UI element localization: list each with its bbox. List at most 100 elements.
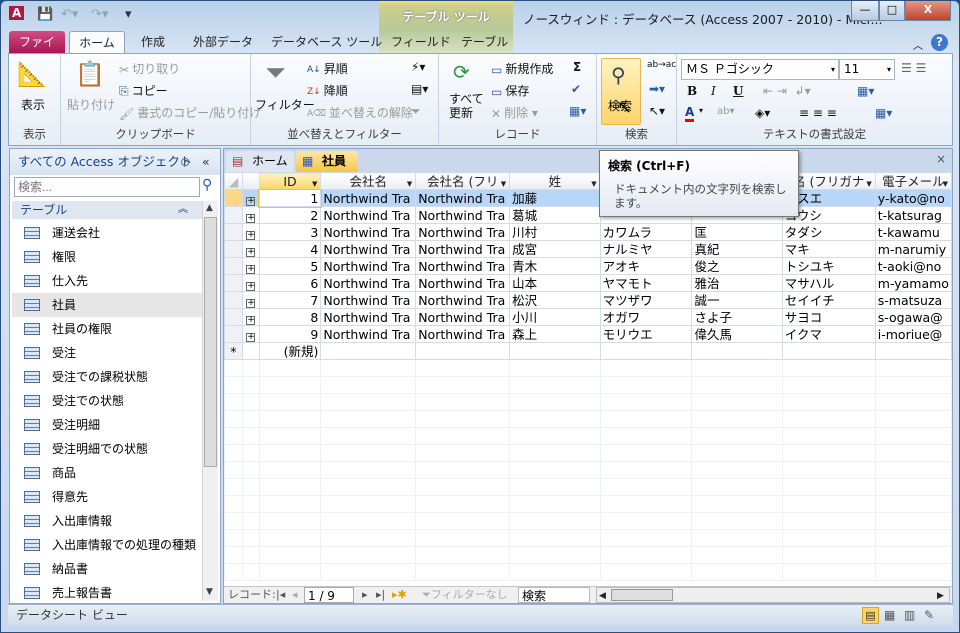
horizontal-scroll-thumb[interactable] (611, 589, 673, 601)
filter-button[interactable]: フィルター (255, 96, 315, 113)
nav-item[interactable]: 得意先 (12, 485, 202, 509)
expand-plus-icon[interactable]: + (246, 196, 256, 206)
nav-item[interactable]: 権限 (12, 245, 202, 269)
expand-cell[interactable]: + (241, 206, 260, 224)
row-selector[interactable] (224, 189, 243, 207)
table-cell[interactable]: 川村 (509, 223, 601, 241)
expand-plus-icon[interactable]: + (246, 281, 256, 291)
table-cell[interactable]: Northwind Tra (320, 223, 417, 241)
tab-create[interactable]: 作成 (133, 31, 173, 54)
advanced-filter-icon[interactable]: ▤▾ (411, 82, 428, 96)
new-record-row[interactable]: * (新規) (224, 342, 953, 360)
table-cell[interactable]: トシユキ (781, 257, 876, 275)
table-cell[interactable]: Northwind Tra (415, 206, 511, 224)
expand-cell[interactable]: + (241, 240, 260, 258)
table-cell[interactable]: Northwind Tra (320, 189, 417, 207)
expand-plus-icon[interactable]: + (246, 247, 256, 257)
bold-button[interactable]: B (687, 84, 697, 98)
table-cell[interactable]: 匡 (691, 223, 783, 241)
table-cell[interactable]: 1 (258, 188, 322, 208)
table-cell[interactable]: 森上 (509, 325, 601, 343)
expand-plus-icon[interactable]: + (246, 213, 256, 223)
nav-item[interactable]: 受注 (12, 341, 202, 365)
table-cell[interactable]: Northwind Tra (415, 308, 511, 326)
nav-item[interactable]: 受注明細 (12, 413, 202, 437)
format-painter-button[interactable]: 🖌 書式のコピー/貼り付け (119, 104, 261, 121)
nav-item[interactable]: 入出庫情報 (12, 509, 202, 533)
column-header[interactable]: ID ▼ (258, 172, 322, 190)
expand-plus-icon[interactable]: + (246, 332, 256, 342)
expand-cell[interactable]: + (241, 325, 260, 343)
design-view-icon[interactable]: ✎ (924, 605, 934, 626)
scroll-down-icon[interactable]: ▼ (206, 587, 213, 597)
row-selector[interactable] (224, 257, 243, 275)
table-row[interactable]: +4 Northwind Tra Northwind Tra 成宮 ナルミヤ 真紀 マキ m-… (224, 240, 953, 258)
delete-record-button[interactable]: ✕ 削除 ▾ (491, 104, 538, 121)
maximize-button[interactable]: □ (879, 1, 905, 21)
expand-plus-icon[interactable]: + (246, 264, 256, 274)
table-cell[interactable]: t-katsurag (874, 206, 953, 224)
table-cell[interactable] (415, 342, 511, 360)
table-row[interactable]: +8 Northwind Tra Northwind Tra 小川 オガワ さよ子 サヨコ s… (224, 308, 953, 326)
sort-ascending-button[interactable]: A↓ 昇順 (307, 60, 348, 77)
more-records-icon[interactable]: ▦▾ (569, 104, 586, 118)
table-cell[interactable]: 4 (258, 240, 322, 258)
column-dropdown-icon[interactable]: ▼ (591, 177, 596, 189)
clear-sort-button[interactable]: A⌫ 並べ替えの解除 (307, 104, 413, 121)
gridlines-icon[interactable]: ▦▾ (857, 84, 874, 98)
table-cell[interactable]: Northwind Tra (415, 325, 511, 343)
horizontal-scrollbar[interactable]: ◀ ▶ (596, 587, 950, 603)
expand-plus-icon[interactable]: + (246, 230, 256, 240)
copy-button[interactable]: ⎘ コピー (119, 82, 168, 99)
nav-item[interactable]: 運送会社 (12, 221, 202, 245)
row-selector[interactable] (224, 223, 243, 241)
table-cell[interactable]: 8 (258, 308, 322, 326)
new-row-id[interactable]: (新規) (258, 342, 322, 360)
expand-cell[interactable]: + (241, 223, 260, 241)
scroll-right-icon[interactable]: ▶ (937, 588, 944, 604)
table-row[interactable]: +3 Northwind Tra Northwind Tra 川村 カワムラ匡タダシ t-… (224, 223, 953, 241)
row-selector[interactable] (224, 291, 243, 309)
tab-external-data[interactable]: 外部データ (185, 31, 261, 54)
table-cell[interactable] (599, 342, 693, 360)
table-cell[interactable]: 小川 (509, 308, 601, 326)
table-cell[interactable]: タダシ (781, 223, 876, 241)
expand-plus-icon[interactable]: + (246, 315, 256, 325)
table-cell[interactable]: s-matsuza (874, 291, 953, 309)
datasheet-view-icon[interactable]: ▤ (862, 607, 879, 624)
column-dropdown-icon[interactable]: ▼ (501, 177, 506, 189)
align-icons[interactable]: ≡ ≡ ≡ (799, 106, 837, 120)
minimize-button[interactable]: — (851, 1, 879, 21)
select-all-cell[interactable]: ◢ (224, 172, 243, 190)
table-cell[interactable] (781, 342, 876, 360)
table-cell[interactable]: 加藤 (509, 189, 601, 207)
italic-button[interactable]: I (711, 84, 716, 98)
table-cell[interactable]: イクマ (781, 325, 876, 343)
nav-menu-chevron-icon[interactable]: ⊙ (180, 149, 190, 174)
prev-record-button[interactable]: ◂ (292, 587, 298, 603)
table-cell[interactable]: マサハル (781, 274, 876, 292)
table-cell[interactable]: セイイチ (781, 291, 876, 309)
font-name-select[interactable]: ＭＳ Ｐゴシック ▾ (681, 59, 839, 80)
view-button[interactable]: 表示 (21, 96, 45, 113)
last-record-button[interactable]: ▸| (376, 587, 385, 603)
table-cell[interactable]: Northwind Tra (320, 257, 417, 275)
table-cell[interactable]: 松沢 (509, 291, 601, 309)
nav-item[interactable]: 仕入先 (12, 269, 202, 293)
table-cell[interactable] (691, 342, 783, 360)
expand-plus-icon[interactable]: + (246, 298, 256, 308)
column-dropdown-icon[interactable]: ▼ (943, 177, 948, 189)
toggle-filter-icon[interactable]: ⏷ (411, 104, 421, 119)
row-selector[interactable] (224, 274, 243, 292)
new-record-button[interactable]: ▭ 新規作成 (491, 60, 553, 77)
column-dropdown-icon[interactable]: ▼ (407, 177, 412, 189)
row-selector[interactable] (224, 325, 243, 343)
column-header[interactable]: 姓 ▼ (509, 172, 601, 190)
table-cell[interactable]: Northwind Tra (320, 274, 417, 292)
table-cell[interactable]: 7 (258, 291, 322, 309)
table-cell[interactable]: Northwind Tra (415, 291, 511, 309)
nav-item[interactable]: 社員 (12, 293, 202, 317)
doc-tab-home[interactable]: ▤ ホーム (226, 151, 294, 172)
nav-item[interactable]: 納品書 (12, 557, 202, 581)
table-cell[interactable] (874, 342, 953, 360)
